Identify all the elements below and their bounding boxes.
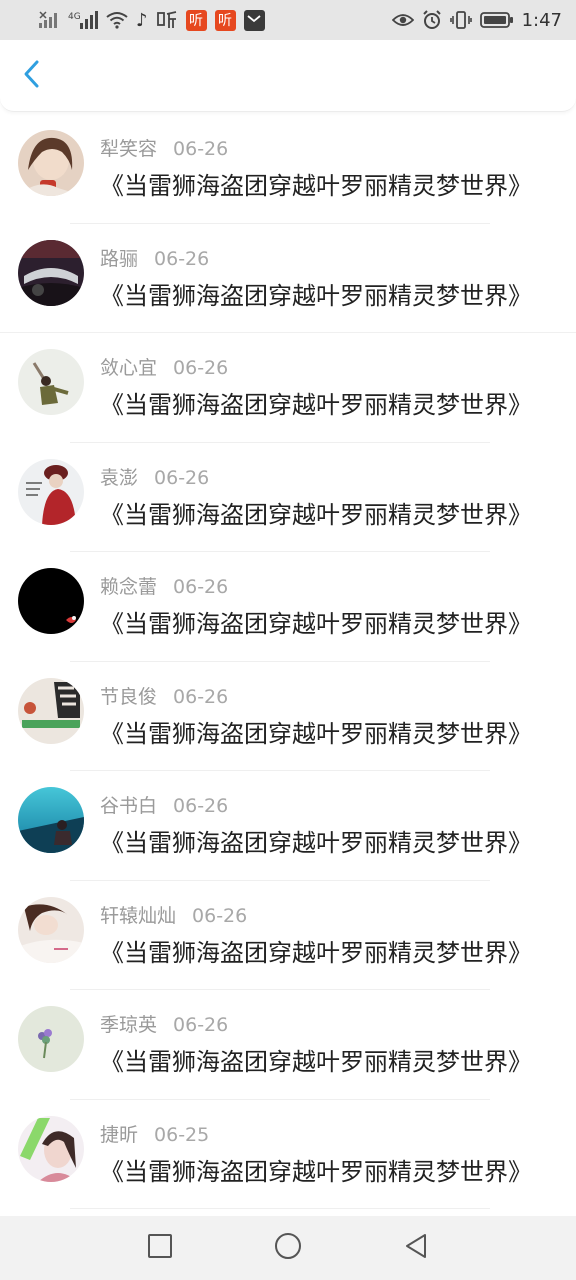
status-bar: 4G ♪ 听 听 1:47 <box>0 0 576 40</box>
message-list: 犁笑容 06-26 《当雷狮海盗团穿越叶罗丽精灵梦世界》 路骊 06-26 《当… <box>0 114 576 1209</box>
post-title[interactable]: 《当雷狮海盗团穿越叶罗丽精灵梦世界》 <box>100 385 532 420</box>
home-circle-icon <box>273 1231 303 1265</box>
chevron-left-icon <box>23 59 41 93</box>
back-button[interactable] <box>14 58 50 94</box>
post-date: 06-26 <box>173 795 229 817</box>
divider <box>70 1208 490 1209</box>
name-line: 袁澎 06-26 <box>100 463 209 490</box>
name-line: 节良俊 06-26 <box>100 682 228 709</box>
name-line: 犁笑容 06-26 <box>100 134 228 161</box>
listen-icon <box>156 10 178 30</box>
avatar[interactable] <box>18 458 84 525</box>
list-item[interactable]: 袁澎 06-26 《当雷狮海盗团穿越叶罗丽精灵梦世界》 <box>0 443 576 552</box>
post-title[interactable]: 《当雷狮海盗团穿越叶罗丽精灵梦世界》 <box>100 1042 532 1077</box>
app-badge-icon <box>243 9 265 31</box>
post-title[interactable]: 《当雷狮海盗团穿越叶罗丽精灵梦世界》 <box>100 495 532 530</box>
back-triangle-icon <box>403 1232 429 1264</box>
list-item[interactable]: 捷昕 06-25 《当雷狮海盗团穿越叶罗丽精灵梦世界》 <box>0 1100 576 1209</box>
post-title[interactable]: 《当雷狮海盗团穿越叶罗丽精灵梦世界》 <box>100 823 532 858</box>
back-nav-button[interactable] <box>396 1228 436 1268</box>
author-name: 轩辕灿灿 <box>100 904 177 927</box>
signal-4g-icon: 4G <box>68 10 98 30</box>
list-item[interactable]: 谷书白 06-26 《当雷狮海盗团穿越叶罗丽精灵梦世界》 <box>0 771 576 881</box>
post-title[interactable]: 《当雷狮海盗团穿越叶罗丽精灵梦世界》 <box>100 933 532 968</box>
avatar[interactable] <box>18 568 84 634</box>
avatar[interactable] <box>18 677 84 744</box>
avatar[interactable] <box>18 239 84 306</box>
listen-app-badge-1: 听 <box>185 9 207 31</box>
listen-app-badge-2: 听 <box>214 9 236 31</box>
author-name: 路骊 <box>100 247 139 270</box>
author-name: 季琼英 <box>100 1014 158 1036</box>
list-item[interactable]: 犁笑容 06-26 《当雷狮海盗团穿越叶罗丽精灵梦世界》 <box>0 114 576 224</box>
author-name: 节良俊 <box>100 685 158 708</box>
recents-button[interactable] <box>140 1228 180 1268</box>
name-line: 捷昕 06-25 <box>100 1120 209 1147</box>
post-date: 06-26 <box>173 138 229 160</box>
name-line: 赖念蕾 06-26 <box>100 572 228 599</box>
post-date: 06-26 <box>154 466 210 489</box>
list-item[interactable]: 节良俊 06-26 《当雷狮海盗团穿越叶罗丽精灵梦世界》 <box>0 662 576 771</box>
avatar[interactable] <box>18 130 84 196</box>
post-date: 06-26 <box>173 576 229 598</box>
eye-icon <box>391 10 414 30</box>
author-name: 袁澎 <box>100 466 139 489</box>
list-item[interactable]: 季琼英 06-26 《当雷狮海盗团穿越叶罗丽精灵梦世界》 <box>0 990 576 1100</box>
name-line: 季琼英 06-26 <box>100 1010 228 1037</box>
status-bar-left: 4G ♪ 听 听 <box>38 9 265 31</box>
avatar[interactable] <box>18 349 84 415</box>
post-title[interactable]: 《当雷狮海盗团穿越叶罗丽精灵梦世界》 <box>100 604 532 639</box>
alarm-icon <box>422 10 442 30</box>
post-title[interactable]: 《当雷狮海盗团穿越叶罗丽精灵梦世界》 <box>100 714 532 749</box>
home-button[interactable] <box>268 1228 308 1268</box>
post-date: 06-26 <box>173 357 229 379</box>
list-item[interactable]: 敛心宜 06-26 《当雷狮海盗团穿越叶罗丽精灵梦世界》 <box>0 333 576 443</box>
list-item[interactable]: 轩辕灿灿 06-26 《当雷狮海盗团穿越叶罗丽精灵梦世界》 <box>0 881 576 990</box>
svg-text:4G: 4G <box>68 12 81 22</box>
list-item[interactable]: 路骊 06-26 《当雷狮海盗团穿越叶罗丽精灵梦世界》 <box>0 224 576 333</box>
avatar[interactable] <box>18 787 84 853</box>
avatar[interactable] <box>18 896 84 963</box>
signal-icon <box>38 10 60 30</box>
name-line: 路骊 06-26 <box>100 244 209 271</box>
name-line: 谷书白 06-26 <box>100 791 228 818</box>
post-date: 06-26 <box>154 247 210 270</box>
author-name: 谷书白 <box>100 795 158 817</box>
status-bar-right: 1:47 <box>391 9 562 31</box>
wifi-icon <box>106 10 128 30</box>
post-title[interactable]: 《当雷狮海盗团穿越叶罗丽精灵梦世界》 <box>100 1152 532 1187</box>
post-date: 06-26 <box>192 904 248 927</box>
recents-square-icon <box>147 1233 173 1263</box>
author-name: 赖念蕾 <box>100 576 158 598</box>
name-line: 敛心宜 06-26 <box>100 353 228 380</box>
avatar[interactable] <box>18 1115 84 1182</box>
post-date: 06-25 <box>154 1123 210 1146</box>
vibrate-icon <box>449 10 472 30</box>
music-note-icon: ♪ <box>136 9 148 31</box>
author-name: 捷昕 <box>100 1123 139 1146</box>
list-item[interactable]: 赖念蕾 06-26 《当雷狮海盗团穿越叶罗丽精灵梦世界》 <box>0 552 576 662</box>
name-line: 轩辕灿灿 06-26 <box>100 901 247 928</box>
post-date: 06-26 <box>173 685 229 708</box>
post-title[interactable]: 《当雷狮海盗团穿越叶罗丽精灵梦世界》 <box>100 276 532 311</box>
post-title[interactable]: 《当雷狮海盗团穿越叶罗丽精灵梦世界》 <box>100 166 532 201</box>
system-nav-bar <box>0 1216 576 1280</box>
app-header <box>0 40 576 112</box>
battery-icon <box>479 10 514 30</box>
author-name: 犁笑容 <box>100 138 158 160</box>
author-name: 敛心宜 <box>100 357 158 379</box>
status-time: 1:47 <box>521 9 562 31</box>
avatar[interactable] <box>18 1006 84 1072</box>
post-date: 06-26 <box>173 1014 229 1036</box>
